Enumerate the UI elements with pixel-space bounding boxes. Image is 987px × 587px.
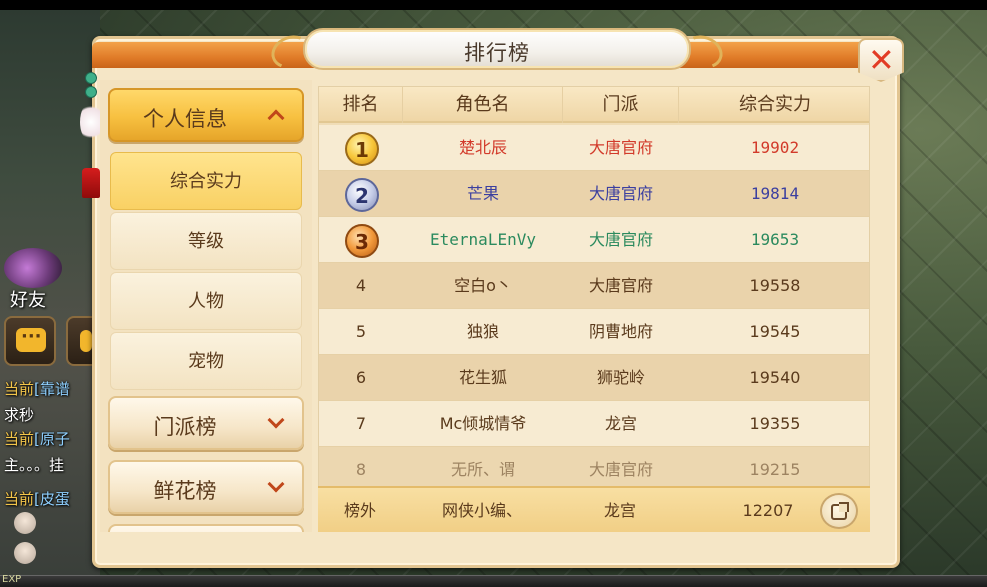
name-cell: 楚北辰 (458, 138, 507, 157)
name-cell: 空白o丶 (454, 276, 512, 295)
ornament-knot (82, 168, 100, 198)
friends-label[interactable]: 好友 (10, 286, 46, 312)
ornament-bead (85, 86, 97, 98)
chat-sender: [皮蛋 (34, 490, 70, 508)
chat-sender: [原子 (34, 430, 70, 448)
medal-silver-icon: 2 (345, 178, 379, 212)
category-sect-ranking[interactable]: 门派榜 (108, 396, 304, 450)
category-label: 门派榜 (153, 415, 217, 439)
my-rank: 榜外 (343, 501, 376, 520)
table-row[interactable]: 1 楚北辰 大唐官府 19902 (319, 125, 869, 171)
rank-cell: 1 (319, 125, 403, 171)
category-label: 个人信息 (143, 107, 227, 131)
name-cell: EternaLEnVy (430, 230, 536, 249)
chat-line: 当前[靠谱 (4, 378, 70, 399)
sect-cell: 大唐官府 (588, 184, 653, 203)
microphone-icon (80, 330, 92, 352)
table-row[interactable]: 5 独狼 阴曹地府 19545 (319, 309, 869, 355)
name-cell: 芒果 (466, 184, 499, 203)
my-name: 网侠小编、 (441, 501, 522, 520)
table-row[interactable]: 6 花生狐 狮驼岭 19540 (319, 355, 869, 401)
table-row[interactable]: 2 芒果 大唐官府 19814 (319, 171, 869, 217)
col-rank-header: 排名 (319, 87, 403, 123)
chevron-down-icon (267, 475, 285, 493)
rank-cell: 5 (355, 322, 367, 341)
chat-line: 求秒 (4, 406, 35, 424)
chevron-up-icon (267, 109, 285, 127)
medal-bronze-icon: 3 (345, 224, 379, 258)
sect-cell: 阴曹地府 (588, 322, 653, 341)
table-row[interactable]: 4 空白o丶 大唐官府 19558 (319, 263, 869, 309)
chat-emoji-icon (14, 512, 36, 534)
power-cell: 19545 (749, 322, 801, 341)
chat-button[interactable] (4, 316, 56, 366)
sub-item-label: 等级 (188, 231, 224, 252)
power-cell: 19902 (750, 138, 800, 157)
share-icon (831, 502, 849, 520)
ranking-category-sidebar: 个人信息 综合实力 等级 人物 宠物 门派榜 鲜花榜 (100, 80, 312, 532)
chat-emoji-icon (14, 542, 36, 564)
chat-sender: [靠谱 (34, 380, 70, 398)
chat-line: 当前[皮蛋 (4, 488, 70, 509)
table-header: 排名 角色名 门派 综合实力 (319, 87, 869, 123)
sect-cell: 龙宫 (604, 414, 637, 433)
close-icon: ✕ (868, 41, 895, 79)
rank-cell: 4 (355, 276, 367, 295)
my-ranking-row: 榜外 网侠小编、 龙宫 12207 (318, 486, 870, 532)
rank-cell: 6 (355, 368, 367, 387)
rank-cell: 2 (319, 171, 403, 217)
ornament-cloud (80, 102, 102, 142)
category-more[interactable] (108, 524, 304, 532)
power-cell: 19814 (750, 184, 800, 203)
sub-item-pet[interactable]: 宠物 (110, 332, 302, 390)
sect-cell: 狮驼岭 (596, 368, 645, 387)
col-sect-header: 门派 (563, 87, 679, 123)
hanging-ornament (80, 72, 102, 202)
ornament-bead (85, 72, 97, 84)
sub-item-label: 宠物 (188, 351, 224, 372)
sub-item-level[interactable]: 等级 (110, 212, 302, 270)
chat-channel-tag: 当前 (4, 430, 35, 448)
sub-item-overall-power[interactable]: 综合实力 (110, 152, 302, 210)
share-button[interactable] (820, 493, 858, 529)
top-black-bar (0, 0, 987, 10)
sub-item-label: 综合实力 (170, 171, 242, 192)
name-cell: 花生狐 (458, 368, 507, 387)
power-cell: 19540 (749, 368, 801, 387)
rank-cell: 3 (319, 217, 403, 263)
sect-cell: 大唐官府 (588, 230, 653, 249)
sub-item-label: 人物 (188, 291, 224, 312)
name-cell: Mc倾城情爷 (439, 414, 527, 433)
medal-gold-icon: 1 (345, 132, 379, 166)
category-label: 鲜花榜 (153, 479, 217, 503)
exp-bar (0, 575, 987, 587)
table-row[interactable]: 7 Mc倾城情爷 龙宫 19355 (319, 401, 869, 447)
col-power-header: 综合实力 (739, 94, 811, 115)
sub-item-character[interactable]: 人物 (110, 272, 302, 330)
category-flower-ranking[interactable]: 鲜花榜 (108, 460, 304, 514)
chat-icon (16, 326, 46, 352)
panel-title: 排行榜 (464, 41, 530, 65)
table-row[interactable]: 3 EternaLEnVy 大唐官府 19653 (319, 217, 869, 263)
power-cell: 19558 (749, 276, 801, 295)
sect-cell: 大唐官府 (588, 138, 653, 157)
friends-avatar-icon[interactable] (4, 248, 62, 288)
col-name-header: 角色名 (403, 87, 563, 123)
category-personal-info[interactable]: 个人信息 (108, 88, 304, 142)
name-cell: 独狼 (466, 322, 499, 341)
chat-channel-tag: 当前 (4, 490, 35, 508)
rank-cell: 7 (355, 414, 367, 433)
sect-cell: 大唐官府 (588, 276, 653, 295)
chevron-down-icon (267, 411, 285, 429)
chat-channel-tag: 当前 (4, 380, 35, 398)
my-sect: 龙宫 (603, 501, 636, 520)
power-cell: 19653 (750, 230, 800, 249)
exp-label: EXP (2, 574, 22, 585)
power-cell: 19355 (749, 414, 801, 433)
ranking-table: 排名 角色名 门派 综合实力 1 楚北辰 大唐官府 19902 2 芒果 大唐官府 19814… (318, 86, 870, 532)
chat-line: 主。。。挂 (4, 456, 65, 474)
chat-line: 当前[原子 (4, 428, 70, 449)
title-plate: 排行榜 (303, 28, 691, 70)
